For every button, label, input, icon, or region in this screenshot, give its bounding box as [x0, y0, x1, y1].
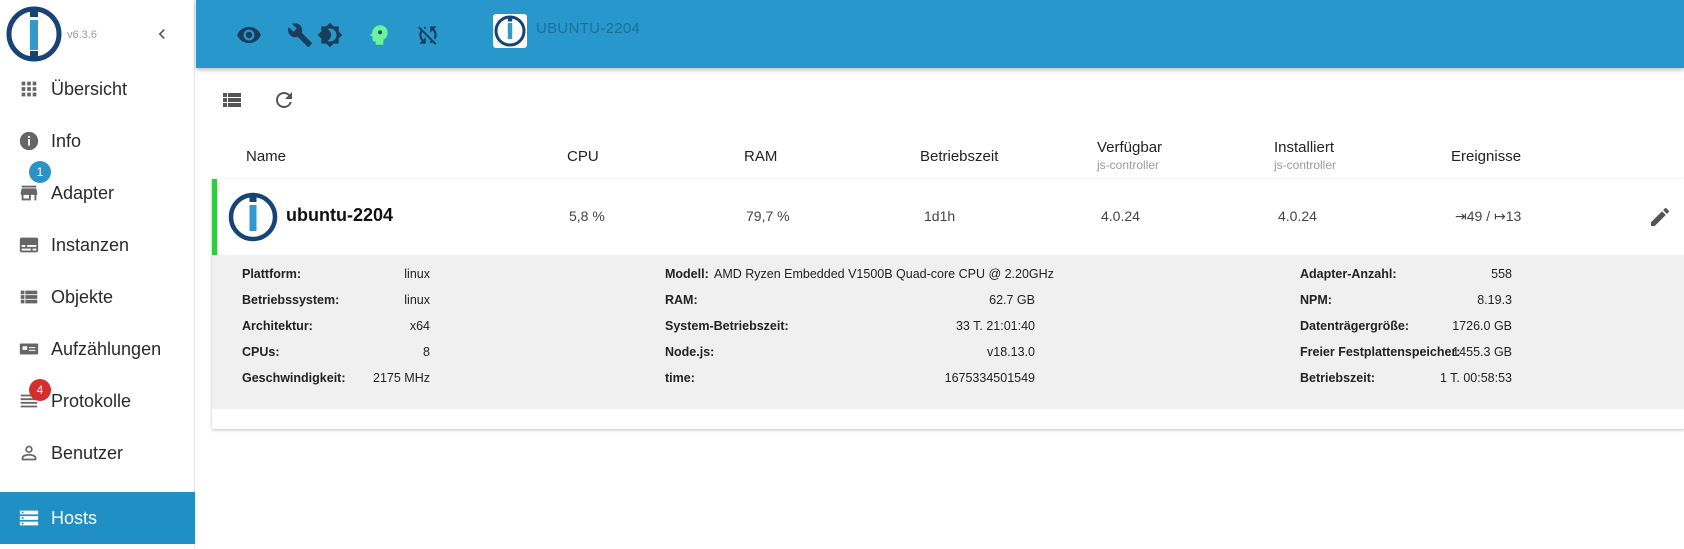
hosts-panel: Name CPU RAM Betriebszeit Verfügbar js-c…: [206, 78, 1684, 549]
detail-label: Plattform:: [242, 267, 302, 281]
host-ram: 79,7 %: [746, 208, 790, 224]
column-header-ram: RAM: [744, 148, 778, 165]
detail-label: time:: [665, 371, 695, 385]
host-details-panel: Plattform: linux Betriebssystem: linux A…: [212, 255, 1684, 409]
instances-icon: [19, 237, 39, 253]
host-row[interactable]: ubuntu-2204 5,8 % 79,7 % 1d1h 4.0.24 4.0…: [212, 179, 1684, 255]
sidebar-item-label: Adapter: [51, 182, 115, 203]
host-installed-version: 4.0.24: [1278, 208, 1317, 224]
column-subheader-installiert: js-controller: [1274, 158, 1337, 172]
column-header-ereignisse: Ereignisse: [1451, 148, 1522, 165]
detail-label: Betriebszeit:: [1300, 371, 1376, 385]
host-uptime: 1d1h: [924, 208, 956, 224]
detail-value: 2175 MHz: [373, 371, 430, 385]
iobroker-logo: [6, 6, 62, 62]
detail-label: RAM:: [665, 293, 698, 307]
detail-value: 1675334501549: [944, 371, 1035, 385]
column-header-name: Name: [246, 148, 287, 165]
detail-value: 558: [1491, 267, 1512, 281]
host-logo: [493, 14, 527, 48]
sidebar-item-label: Übersicht: [51, 78, 128, 99]
top-app-bar: UBUNTU-2204: [196, 0, 1684, 68]
hosts-icon: [19, 510, 39, 526]
sidebar-item-label: Benutzer: [51, 442, 124, 463]
expert-head-icon[interactable]: [366, 22, 392, 48]
column-header-betriebszeit: Betriebszeit: [920, 148, 999, 165]
detail-value: v18.13.0: [987, 345, 1035, 359]
detail-label: Node.js:: [665, 345, 715, 359]
iobroker-host-icon: [494, 15, 526, 47]
grid-icon: [21, 81, 37, 97]
sidebar-item-objekte[interactable]: Objekte: [0, 271, 195, 323]
sidebar-item-label: Aufzählungen: [51, 338, 162, 359]
detail-value: 33 T. 21:01:40: [955, 319, 1035, 333]
wrench-icon[interactable]: [287, 22, 313, 48]
sidebar-item-label: Instanzen: [51, 234, 130, 255]
logo-area: v6.3.6: [0, 0, 194, 68]
sidebar-item-hosts[interactable]: Hosts: [0, 492, 195, 544]
detail-value: linux: [404, 267, 430, 281]
sidebar-item-instanzen[interactable]: Instanzen: [0, 219, 195, 271]
sidebar-item-label: Protokolle: [51, 390, 132, 411]
sidebar-item-label: Info: [51, 130, 82, 151]
sidebar-item-label: Hosts: [51, 507, 98, 528]
host-status-indicator: [212, 179, 217, 255]
refresh-icon[interactable]: [272, 88, 296, 112]
eye-icon[interactable]: [236, 22, 262, 48]
edit-pencil-icon[interactable]: [1648, 205, 1672, 229]
user-icon: [21, 445, 37, 461]
detail-label: Architektur:: [242, 319, 313, 333]
detail-value: 1455.3 GB: [1452, 345, 1512, 359]
chevron-left-icon[interactable]: [152, 24, 172, 44]
column-header-cpu: CPU: [567, 148, 599, 165]
column-subheader-verfuegbar: js-controller: [1097, 158, 1160, 172]
sidebar-item-benutzer[interactable]: Benutzer: [0, 427, 195, 479]
sidebar-item-uebersicht[interactable]: Übersicht: [0, 63, 195, 115]
host-cpu: 5,8 %: [569, 208, 605, 224]
store-icon: [20, 185, 38, 201]
host-name: ubuntu-2204: [286, 205, 394, 225]
enum-icon: [19, 343, 39, 355]
app-version: v6.3.6: [67, 29, 97, 41]
detail-value: linux: [404, 293, 430, 307]
detail-label: Adapter-Anzahl:: [1300, 267, 1397, 281]
detail-label: CPUs:: [242, 345, 280, 359]
log-count-badge: 4: [29, 379, 51, 401]
list-view-icon[interactable]: [220, 88, 244, 112]
sidebar-item-label: Objekte: [51, 286, 114, 307]
sidebar-item-aufzaehlungen[interactable]: Aufzählungen: [0, 323, 195, 375]
detail-label: Modell:: [665, 267, 709, 281]
brightness-icon[interactable]: [317, 22, 343, 48]
info-icon: [19, 131, 39, 151]
column-header-installiert: Installiert: [1274, 139, 1335, 156]
sidebar-item-protokolle[interactable]: 4 Protokolle: [0, 375, 195, 427]
detail-value: 1726.0 GB: [1452, 319, 1512, 333]
detail-value: x64: [409, 319, 430, 333]
detail-label: NPM:: [1300, 293, 1332, 307]
sidebar-item-info[interactable]: Info: [0, 115, 195, 167]
detail-value: 62.7 GB: [989, 293, 1035, 307]
detail-label: Datenträgergröße:: [1300, 319, 1410, 333]
host-events: ⇥49 / ↦13: [1455, 208, 1522, 224]
host-available-version: 4.0.24: [1101, 208, 1140, 224]
sidebar: v6.3.6 Übersicht Info 1 Adapter Instanze…: [0, 0, 195, 549]
host-card: ubuntu-2204 5,8 % 79,7 % 1d1h 4.0.24 4.0…: [212, 179, 1684, 429]
list-icon: [20, 290, 38, 304]
sidebar-item-adapter[interactable]: 1 Adapter: [0, 161, 195, 219]
detail-value: AMD Ryzen Embedded V1500B Quad-core CPU …: [714, 267, 1054, 281]
detail-value: 8.19.3: [1477, 293, 1512, 307]
adapter-update-badge: 1: [29, 161, 51, 183]
current-host-title[interactable]: UBUNTU-2204: [536, 20, 640, 37]
detail-value: 1 T. 00:58:53: [1439, 371, 1512, 385]
sync-off-icon[interactable]: [415, 22, 441, 48]
detail-value: 8: [423, 345, 430, 359]
column-header-verfuegbar: Verfügbar: [1097, 139, 1163, 156]
iobroker-host-logo: [228, 192, 278, 242]
